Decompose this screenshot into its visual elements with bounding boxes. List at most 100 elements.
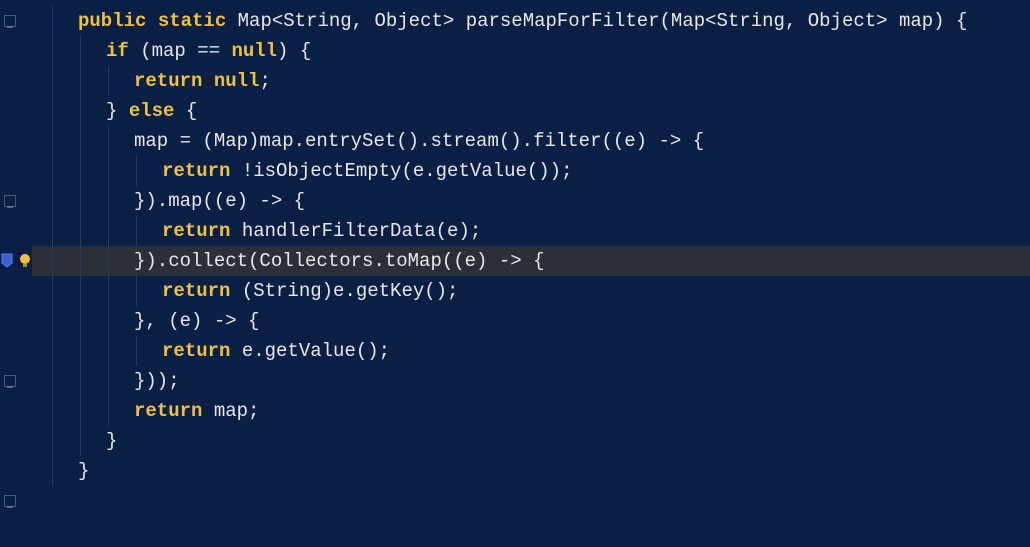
indent-guide: [52, 426, 53, 456]
text-token: !isObjectEmpty(e.getValue());: [230, 160, 572, 182]
indent-guide: [52, 306, 53, 336]
text-token: }).collect(Collectors.toMap((e) -> {: [134, 250, 544, 272]
keyword-token: return: [162, 340, 230, 362]
indent-guide: [80, 336, 81, 366]
indent-guide: [80, 246, 81, 276]
intention-bulb-icon[interactable]: [18, 253, 32, 267]
indent-guide: [136, 216, 137, 246]
text-token: e.getValue();: [230, 340, 390, 362]
code-line[interactable]: }).collect(Collectors.toMap((e) -> {: [32, 246, 1030, 276]
code-line[interactable]: }).map((e) -> {: [32, 186, 1030, 216]
indent-guide: [52, 66, 53, 96]
indent-guide: [108, 366, 109, 396]
indent-guide: [52, 36, 53, 66]
keyword-token: return: [134, 400, 202, 422]
code-line[interactable]: }, (e) -> {: [32, 306, 1030, 336]
code-line[interactable]: }: [32, 456, 1030, 486]
indent-guide: [80, 216, 81, 246]
code-line[interactable]: return (String)e.getKey();: [32, 276, 1030, 306]
indent-guide: [80, 36, 81, 66]
code-line[interactable]: return null;: [32, 66, 1030, 96]
keyword-token: public: [78, 10, 146, 32]
indent-guide: [136, 336, 137, 366]
code-line[interactable]: }));: [32, 366, 1030, 396]
indent-guide: [52, 6, 53, 36]
keyword-token: null: [231, 40, 277, 62]
text-token: ) {: [277, 40, 311, 62]
text-token: [202, 70, 213, 92]
keyword-token: else: [129, 100, 175, 122]
text-token: }));: [134, 370, 180, 392]
indent-guide: [80, 366, 81, 396]
indent-guide: [80, 306, 81, 336]
keyword-token: static: [158, 10, 226, 32]
code-line[interactable]: }: [32, 426, 1030, 456]
keyword-token: return: [162, 280, 230, 302]
keyword-token: null: [214, 70, 260, 92]
indent-guide: [52, 126, 53, 156]
indent-guide: [52, 276, 53, 306]
indent-guide: [108, 66, 109, 96]
code-area[interactable]: public static Map<String, Object> parseM…: [32, 0, 1030, 547]
indent-guide: [52, 186, 53, 216]
indent-guide: [80, 126, 81, 156]
keyword-token: return: [162, 220, 230, 242]
indent-guide: [80, 426, 81, 456]
code-editor: public static Map<String, Object> parseM…: [0, 0, 1030, 547]
text-token: ;: [259, 70, 270, 92]
indent-guide: [80, 396, 81, 426]
fold-marker-icon[interactable]: [4, 195, 16, 207]
text-token: [146, 10, 157, 32]
code-line[interactable]: return handlerFilterData(e);: [32, 216, 1030, 246]
indent-guide: [108, 156, 109, 186]
text-token: }, (e) -> {: [134, 310, 259, 332]
indent-guide: [80, 186, 81, 216]
indent-guide: [52, 456, 53, 486]
indent-guide: [80, 156, 81, 186]
indent-guide: [108, 186, 109, 216]
code-line[interactable]: return map;: [32, 396, 1030, 426]
indent-guide: [108, 306, 109, 336]
text-token: }).map((e) -> {: [134, 190, 305, 212]
indent-guide: [108, 126, 109, 156]
indent-guide: [108, 216, 109, 246]
gutter: [0, 0, 32, 547]
text-token: (String)e.getKey();: [230, 280, 458, 302]
code-line[interactable]: } else {: [32, 96, 1030, 126]
fold-marker-icon[interactable]: [4, 375, 16, 387]
indent-guide: [136, 276, 137, 306]
text-token: }: [106, 100, 129, 122]
indent-guide: [52, 366, 53, 396]
fold-marker-icon[interactable]: [4, 15, 16, 27]
indent-guide: [80, 96, 81, 126]
indent-guide: [108, 276, 109, 306]
code-line[interactable]: return e.getValue();: [32, 336, 1030, 366]
indent-guide: [52, 246, 53, 276]
fold-marker-icon[interactable]: [4, 495, 16, 507]
indent-guide: [52, 336, 53, 366]
indent-guide: [108, 246, 109, 276]
keyword-token: return: [134, 70, 202, 92]
indent-guide: [108, 396, 109, 426]
indent-guide: [52, 216, 53, 246]
indent-guide: [136, 156, 137, 186]
code-line[interactable]: public static Map<String, Object> parseM…: [32, 6, 1030, 36]
indent-guide: [80, 66, 81, 96]
bookmark-icon[interactable]: [0, 253, 14, 269]
text-token: map;: [202, 400, 259, 422]
indent-guide: [108, 336, 109, 366]
text-token: (map ==: [129, 40, 232, 62]
text-token: {: [174, 100, 197, 122]
text-token: handlerFilterData(e);: [230, 220, 481, 242]
code-line[interactable]: if (map == null) {: [32, 36, 1030, 66]
code-line[interactable]: return !isObjectEmpty(e.getValue());: [32, 156, 1030, 186]
indent-guide: [80, 276, 81, 306]
keyword-token: if: [106, 40, 129, 62]
code-line[interactable]: map = (Map)map.entrySet().stream().filte…: [32, 126, 1030, 156]
indent-guide: [52, 96, 53, 126]
text-token: Map<String, Object> parseMapForFilter(Ma…: [226, 10, 967, 32]
text-token: }: [106, 430, 117, 452]
keyword-token: return: [162, 160, 230, 182]
text-token: map = (Map)map.entrySet().stream().filte…: [134, 130, 704, 152]
indent-guide: [52, 396, 53, 426]
